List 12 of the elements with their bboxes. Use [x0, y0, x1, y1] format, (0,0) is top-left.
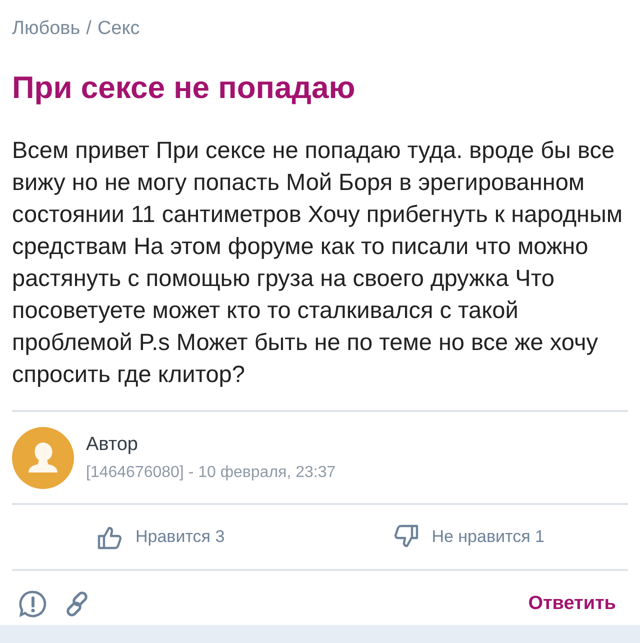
post-meta: [1464676080] - 10 февраля, 23:37	[86, 464, 336, 482]
like-button[interactable]: Нравится 3	[92, 519, 229, 555]
breadcrumb-link[interactable]: Секс	[97, 18, 140, 40]
report-icon[interactable]	[18, 589, 48, 619]
reply-button[interactable]: Ответить	[524, 589, 620, 619]
breadcrumb-link[interactable]: Любовь	[12, 18, 80, 40]
breadcrumb-separator: /	[86, 18, 92, 40]
author-name[interactable]: Автор	[86, 434, 336, 456]
dislike-button[interactable]: Не нравится 1	[388, 519, 548, 555]
post-title: При сексе не попадаю	[12, 70, 356, 106]
avatar-icon	[12, 427, 74, 489]
post-text: Всем привет При сексе не попадаю туда. вроде бы все вижу но не могу попасть Мой Боря в эрегированном состоянии 11 сантиметров Хочу прибегнуть к народным средствам На этом форуме как то писали что можно растянуть с помощью груза на своего дружка Что посоветуете может кто то сталкивался с такой проблемой P.s Может быть не по теме но все же хочу спросить где клитор?	[12, 136, 624, 389]
